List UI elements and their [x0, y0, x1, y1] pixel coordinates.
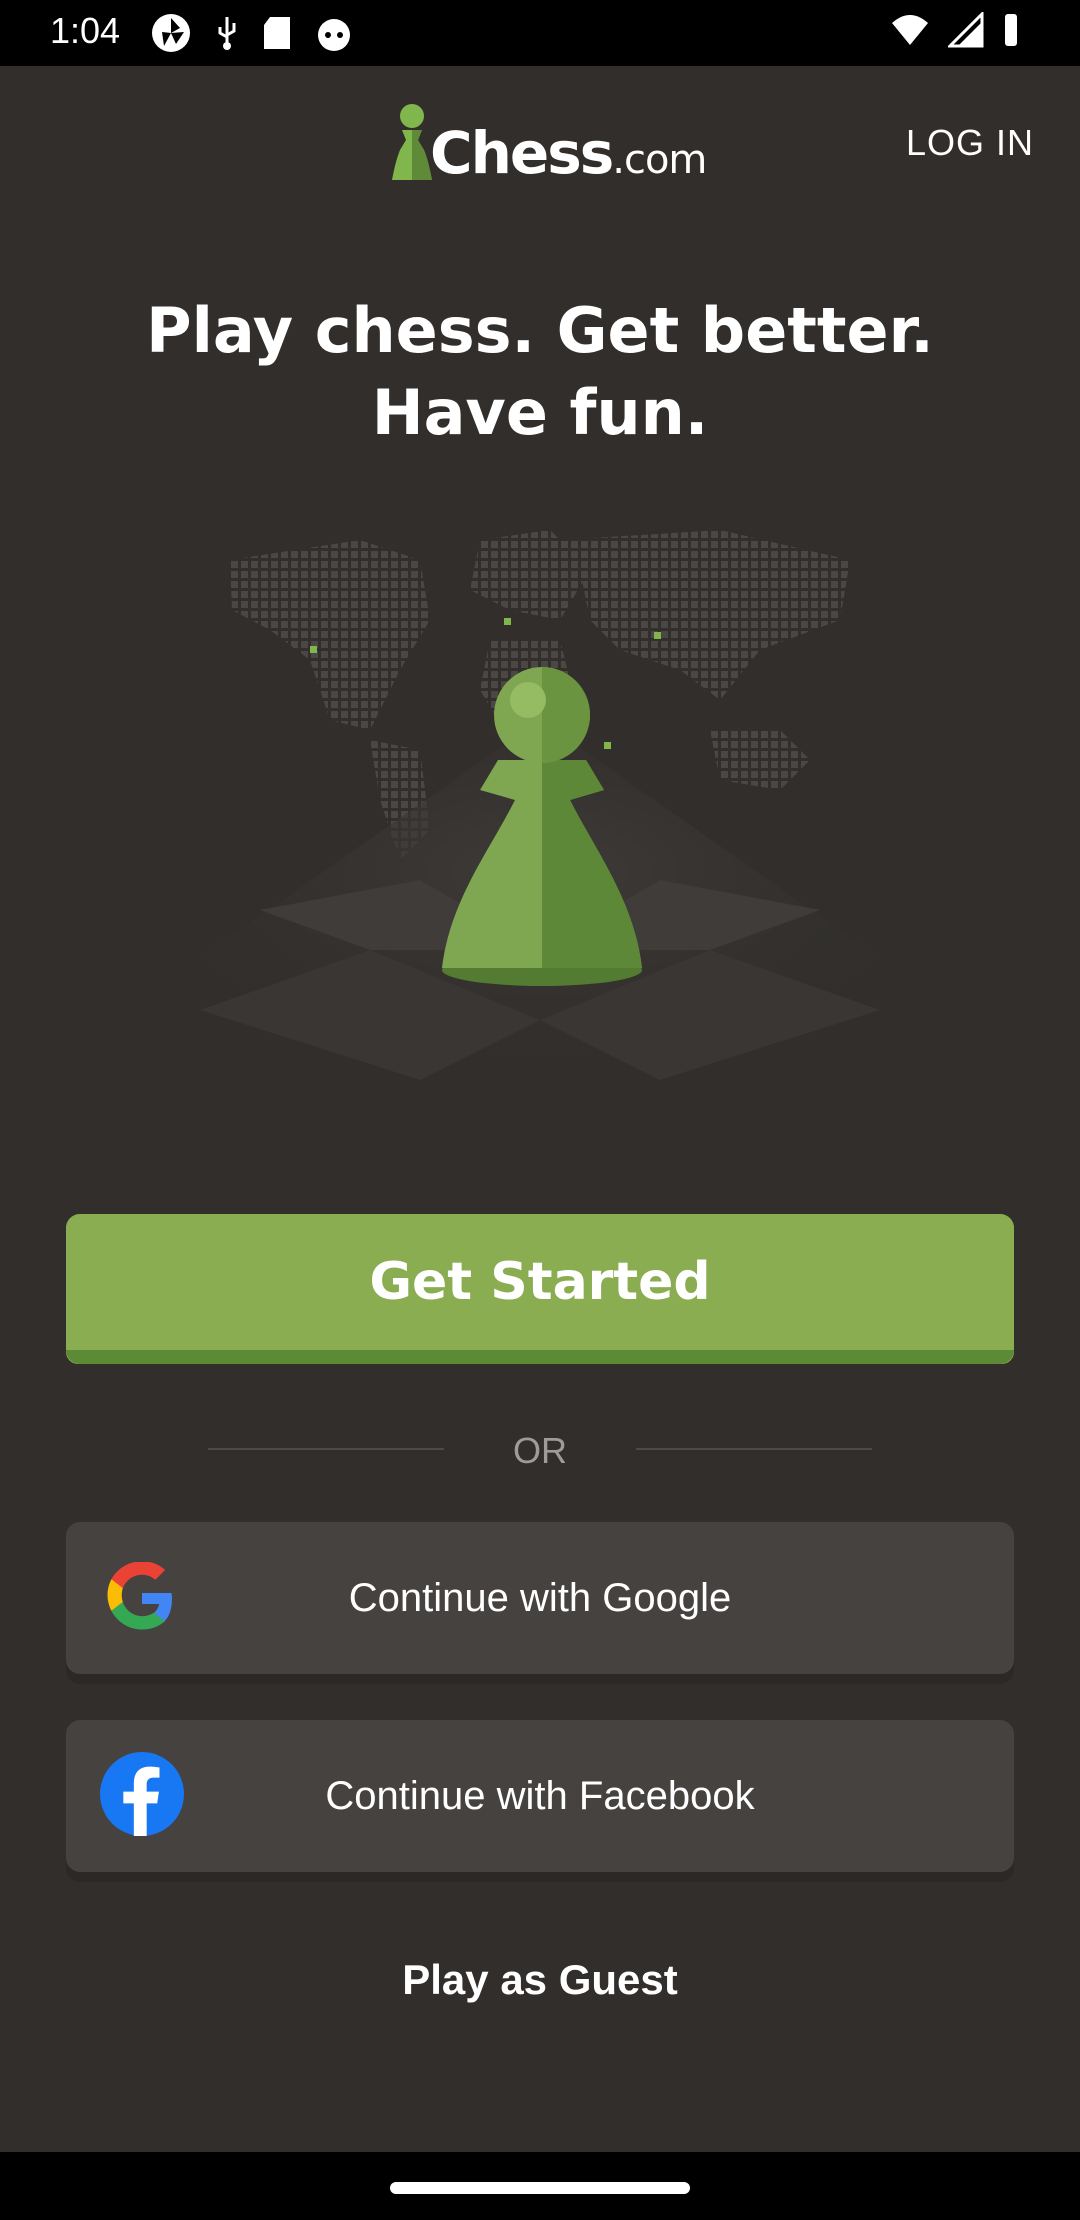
status-bar: 1:04: [0, 0, 1080, 66]
android-icon: [318, 19, 350, 51]
navigation-bar: [0, 2152, 1080, 2220]
usb-icon: [218, 17, 236, 50]
logo-text: Chess.com: [430, 124, 707, 183]
continue-with-facebook-button[interactable]: Continue with Facebook: [66, 1720, 1014, 1872]
or-divider: OR: [208, 1430, 872, 1471]
status-icons-left: [150, 12, 354, 54]
signal-icon: [948, 12, 984, 48]
get-started-label: Get Started: [369, 1252, 711, 1312]
login-button[interactable]: LOG IN: [906, 122, 1034, 164]
divider-line-right: [636, 1448, 872, 1450]
google-button-label: Continue with Google: [348, 1575, 732, 1620]
status-icons-right: [890, 12, 1020, 48]
facebook-button-label: Continue with Facebook: [325, 1773, 755, 1818]
get-started-button-shadow: [66, 1350, 1014, 1364]
chess-com-logo[interactable]: Chess.com: [388, 100, 707, 183]
status-time: 1:04: [50, 10, 121, 51]
play-as-guest-button[interactable]: Play as Guest: [0, 1956, 1080, 2004]
sd-card-icon: [264, 17, 290, 49]
logo-main: Chess: [430, 119, 614, 187]
home-gesture-handle[interactable]: [390, 2182, 690, 2194]
hero-illustration: [120, 500, 960, 1100]
or-label: OR: [513, 1430, 567, 1471]
header: Chess.com LOG IN: [0, 66, 1080, 216]
headline-line-2: Have fun.: [371, 376, 709, 449]
wifi-icon: [892, 15, 928, 45]
headline: Play chess. Get better. Have fun.: [0, 290, 1080, 454]
world-map-pawn-illustration: [140, 530, 940, 1100]
headline-line-1: Play chess. Get better.: [146, 294, 934, 367]
camera-aperture-icon: [152, 14, 190, 52]
continue-with-google-button[interactable]: Continue with Google: [66, 1522, 1014, 1674]
pawn-logo-icon: [392, 104, 432, 180]
get-started-button[interactable]: Get Started: [66, 1214, 1014, 1364]
logo-suffix: .com: [612, 137, 707, 183]
battery-icon: [1005, 14, 1017, 46]
